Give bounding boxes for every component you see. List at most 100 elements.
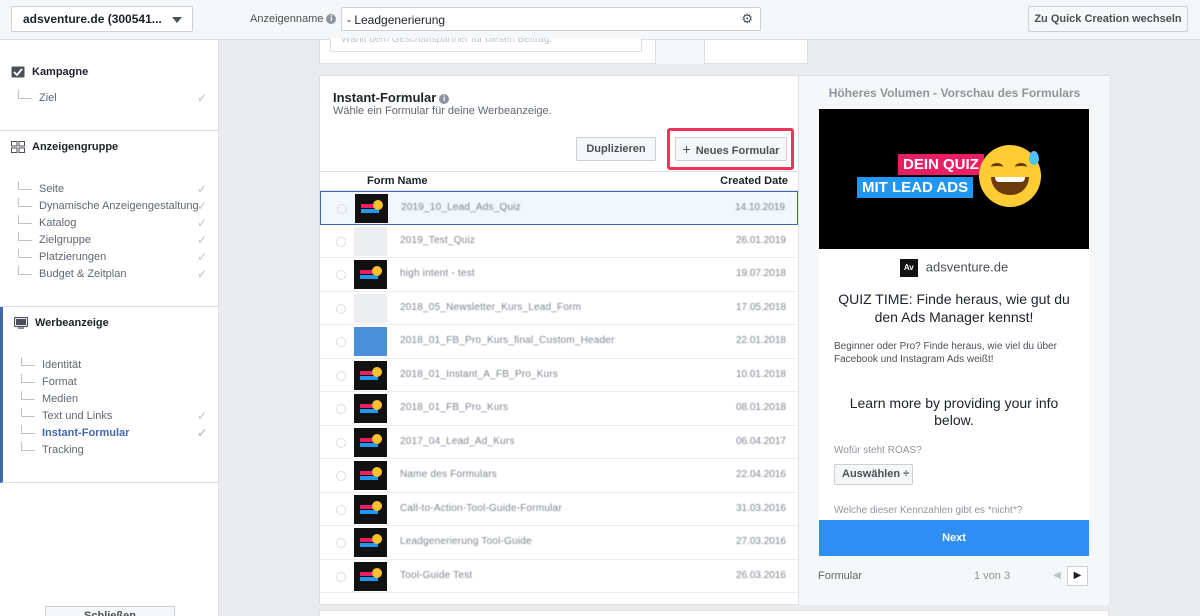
forms-table-body: 2019_10_Lead_Ads_Quiz 14.10.2019 2019_Tes… xyxy=(320,191,798,599)
tree-connector xyxy=(21,442,35,451)
sidebar: Kampagne Ziel ✓ Anzeigengruppe Seite ✓ Dy… xyxy=(0,40,219,616)
tree-connector xyxy=(21,425,35,434)
row-radio[interactable] xyxy=(336,471,346,481)
tree-connector xyxy=(21,357,35,366)
form-date: 22.01.2018 xyxy=(735,335,786,346)
form-date: 17.05.2018 xyxy=(735,301,786,313)
form-name: 2019_Test_Quiz xyxy=(400,234,476,246)
close-button[interactable]: Schließen xyxy=(45,606,175,616)
form-thumbnail xyxy=(354,561,387,591)
ad-name-value: - Leadgenerierung xyxy=(347,13,446,27)
row-radio[interactable] xyxy=(336,571,346,582)
column-form-name[interactable]: Form Name xyxy=(367,175,428,187)
table-row[interactable]: high intent - test 19.07.2018 xyxy=(320,258,798,292)
form-name: 2018_01_FB_Pro_Kurs xyxy=(400,402,509,413)
new-form-button[interactable]: + Neues Formular xyxy=(675,137,787,161)
form-name: 2018_01_FB_Pro_Kurs_final_Custom_Header xyxy=(400,335,615,346)
sidebar-item-dynamic-creative[interactable]: Dynamische Anzeigengestaltung ✓ xyxy=(0,198,219,215)
form-name: Call-to-Action-Tool-Guide-Formular xyxy=(400,502,562,514)
check-icon: ✓ xyxy=(196,233,207,247)
sidebar-item-katalog[interactable]: Katalog ✓ xyxy=(0,215,219,232)
check-icon: ✓ xyxy=(196,409,207,423)
table-row[interactable]: 2019_10_Lead_Ads_Quiz 14.10.2019 xyxy=(320,191,798,225)
form-name: 2018_01_Instant_A_FB_Pro_Kurs xyxy=(400,368,559,380)
table-row[interactable]: 2018_01_Instant_A_FB_Pro_Kurs 10.01.2018 xyxy=(320,359,798,392)
sidebar-item-budget[interactable]: Budget & Zeitplan ✓ xyxy=(0,266,219,283)
row-radio[interactable] xyxy=(336,337,346,347)
sidebar-item-zielgruppe[interactable]: Zielgruppe ✓ xyxy=(0,232,219,249)
top-bar: adsventure.de (300541... Anzeigenname i -… xyxy=(0,0,1200,40)
row-radio[interactable] xyxy=(336,437,346,448)
check-icon: ✓ xyxy=(196,426,207,440)
tree-connector xyxy=(18,90,32,99)
row-radio[interactable] xyxy=(336,370,346,381)
sidebar-item-ziel[interactable]: Ziel ✓ xyxy=(0,90,219,107)
preview-hero-image: DEIN QUIZ MIT LEAD ADS xyxy=(819,109,1089,249)
row-radio[interactable] xyxy=(336,303,346,314)
info-icon[interactable]: i xyxy=(326,14,337,25)
form-name: 2017_04_Lead_Ad_Kurs xyxy=(400,435,515,447)
table-row[interactable]: 2018_01_FB_Pro_Kurs 08.01.2018 xyxy=(320,392,798,426)
quick-creation-button[interactable]: Zu Quick Creation wechseln xyxy=(1028,6,1188,32)
form-date: 22.04.2016 xyxy=(735,469,786,480)
tree-connector xyxy=(18,215,32,224)
row-radio[interactable] xyxy=(336,538,346,548)
table-row[interactable]: Call-to-Action-Tool-Guide-Formular 31.03.… xyxy=(320,493,798,526)
sidebar-item-medien[interactable]: Medien xyxy=(3,391,219,408)
sidebar-item-seite[interactable]: Seite ✓ xyxy=(0,181,219,198)
ad-name-input[interactable]: - Leadgenerierung ⚙ xyxy=(341,7,761,31)
duplicate-button[interactable]: Duplizieren xyxy=(576,137,656,161)
form-thumbnail xyxy=(354,360,387,390)
sidebar-heading-ad[interactable]: Werbeanzeige xyxy=(14,317,109,329)
info-icon[interactable]: i xyxy=(439,93,450,104)
preview-next-button[interactable]: Next xyxy=(819,520,1089,556)
row-radio[interactable] xyxy=(337,204,347,214)
table-row[interactable]: 2017_04_Lead_Ad_Kurs 06.04.2017 xyxy=(320,426,798,459)
row-radio[interactable] xyxy=(336,404,346,414)
preview-card: DEIN QUIZ MIT LEAD ADS Av adsventure.de Q… xyxy=(819,109,1089,556)
row-radio[interactable] xyxy=(336,504,346,515)
plus-icon: + xyxy=(682,141,691,157)
form-date: 31.03.2016 xyxy=(735,502,786,514)
table-row[interactable]: 2018_05_Newsletter_Kurs_Lead_Form 17.05.2… xyxy=(320,292,798,325)
column-created-date[interactable]: Created Date xyxy=(720,175,788,187)
row-radio[interactable] xyxy=(336,236,346,247)
table-row[interactable]: 2018_01_FB_Pro_Kurs_final_Custom_Header 2… xyxy=(320,325,798,359)
table-row[interactable]: Name des Formulars 22.04.2016 xyxy=(320,459,798,493)
tree-connector xyxy=(21,391,35,400)
preview-footer-label: Formular xyxy=(818,570,863,582)
tree-connector xyxy=(18,181,32,190)
sidebar-item-format[interactable]: Format xyxy=(3,374,219,391)
gear-icon[interactable]: ⚙ xyxy=(741,11,753,27)
brand-row: Av adsventure.de xyxy=(819,259,1089,277)
account-selector[interactable]: adsventure.de (300541... xyxy=(11,6,193,32)
chevron-right-icon[interactable]: ▶ xyxy=(1067,566,1088,586)
table-row[interactable]: 2019_Test_Quiz 26.01.2019 xyxy=(320,225,798,258)
table-row[interactable]: Tool-Guide Test 26.03.2016 xyxy=(320,560,798,593)
form-date: 19.07.2018 xyxy=(735,268,786,279)
form-name: 2018_05_Newsletter_Kurs_Lead_Form xyxy=(400,301,582,313)
sidebar-campaign-items: Ziel ✓ xyxy=(0,90,219,107)
form-thumbnail xyxy=(354,461,387,490)
table-row[interactable]: Leadgenerierung Tool-Guide 27.03.2016 xyxy=(320,526,798,560)
preview-answer-select[interactable]: Auswählen ÷ xyxy=(834,464,913,485)
tree-connector xyxy=(18,232,32,241)
form-preview-panel: Höheres Volumen - Vorschau des Formulars… xyxy=(798,76,1109,605)
chevron-left-icon[interactable]: ◀ xyxy=(1047,566,1067,586)
sidebar-heading-adset[interactable]: Anzeigengruppe xyxy=(11,141,118,153)
check-icon: ✓ xyxy=(196,182,207,196)
sidebar-item-platzierungen[interactable]: Platzierungen ✓ xyxy=(0,249,219,266)
sidebar-heading-campaign[interactable]: Kampagne xyxy=(11,66,88,78)
partner-field[interactable]: Wählt dem Geschäftspartner für diesen Be… xyxy=(330,38,642,52)
sidebar-item-instant-formular[interactable]: Instant-Formular ✓ xyxy=(3,425,219,442)
tree-connector xyxy=(18,266,32,275)
campaign-checkbox-icon xyxy=(11,66,25,78)
form-thumbnail xyxy=(354,260,387,289)
sweat-smile-emoji-icon xyxy=(979,145,1041,207)
row-radio[interactable] xyxy=(336,270,346,280)
ad-name-label: Anzeigenname i xyxy=(250,13,337,25)
sidebar-item-identitaet[interactable]: Identität xyxy=(3,357,219,374)
form-thumbnail xyxy=(354,394,387,423)
sidebar-item-tracking[interactable]: Tracking xyxy=(3,442,219,459)
sidebar-item-text-und-links[interactable]: Text und Links ✓ xyxy=(3,408,219,425)
